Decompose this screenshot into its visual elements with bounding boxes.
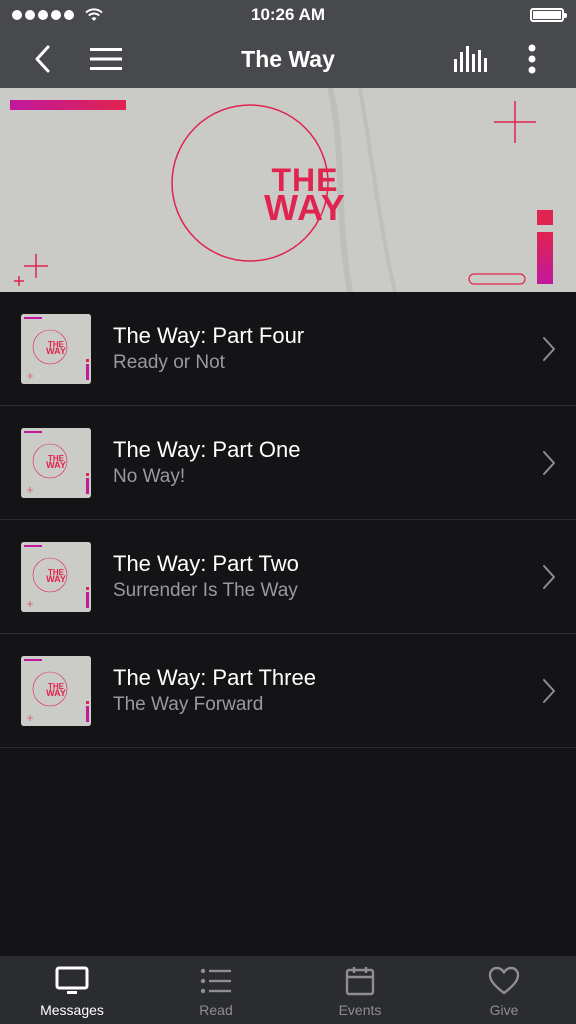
svg-text:WAY: WAY	[46, 346, 66, 356]
message-title: The Way: Part Two	[113, 551, 299, 576]
tab-label: Messages	[40, 1002, 104, 1018]
message-thumbnail: THE WAY	[21, 428, 91, 498]
series-banner: THE WAY	[0, 88, 576, 292]
nav-bar: The Way	[0, 30, 576, 88]
more-button[interactable]	[518, 30, 546, 88]
more-vertical-icon	[528, 44, 536, 74]
list-item[interactable]: THE WAY The Way: Part Two Surrender Is T…	[0, 520, 576, 634]
chevron-right-icon	[543, 451, 555, 475]
banner-logo-way: WAY	[264, 187, 346, 228]
tab-events[interactable]: Events	[288, 956, 432, 1024]
calendar-icon	[345, 967, 375, 996]
chevron-right-icon	[543, 679, 555, 703]
message-thumbnail: THE WAY	[21, 542, 91, 612]
back-button[interactable]	[24, 30, 60, 88]
battery-icon	[530, 8, 567, 22]
tab-give[interactable]: Give	[432, 956, 576, 1024]
message-subtitle: Ready or Not	[113, 352, 225, 373]
chevron-right-icon	[543, 337, 555, 361]
message-title: The Way: Part Four	[113, 323, 305, 348]
message-list: THE WAY The Way: Part Four Ready or Not	[0, 292, 576, 748]
tab-messages[interactable]: Messages	[0, 956, 144, 1024]
tab-read[interactable]: Read	[144, 956, 288, 1024]
tab-bar: Messages Read Events Give	[0, 956, 576, 1024]
equalizer-icon	[454, 46, 487, 72]
message-subtitle: The Way Forward	[113, 694, 264, 715]
list-item[interactable]: THE WAY The Way: Part Four Ready or Not	[0, 292, 576, 406]
svg-text:WAY: WAY	[46, 688, 66, 698]
message-thumbnail: THE WAY	[21, 656, 91, 726]
message-title: The Way: Part Three	[113, 665, 316, 690]
tab-label: Events	[338, 1002, 382, 1018]
list-item[interactable]: THE WAY The Way: Part One No Way!	[0, 406, 576, 520]
tv-icon	[55, 966, 89, 994]
list-icon	[200, 968, 231, 994]
list-item[interactable]: THE WAY The Way: Part Three The Way Forw…	[0, 634, 576, 748]
message-thumbnail: THE WAY	[21, 314, 91, 384]
chevron-right-icon	[543, 565, 555, 589]
hamburger-icon	[90, 48, 122, 70]
message-subtitle: No Way!	[113, 466, 186, 487]
svg-text:WAY: WAY	[46, 460, 66, 470]
banner-artwork: THE WAY	[0, 88, 576, 292]
message-subtitle: Surrender Is The Way	[113, 580, 298, 601]
status-time: 10:26 AM	[250, 5, 325, 24]
heart-icon	[488, 966, 520, 995]
back-chevron-icon	[35, 45, 50, 73]
tab-label: Give	[489, 1002, 519, 1018]
svg-text:WAY: WAY	[46, 574, 66, 584]
menu-button[interactable]	[86, 30, 126, 88]
tab-label: Read	[199, 1002, 233, 1018]
audio-button[interactable]	[452, 30, 490, 88]
status-bar: 10:26 AM	[0, 0, 576, 30]
message-title: The Way: Part One	[113, 437, 301, 462]
